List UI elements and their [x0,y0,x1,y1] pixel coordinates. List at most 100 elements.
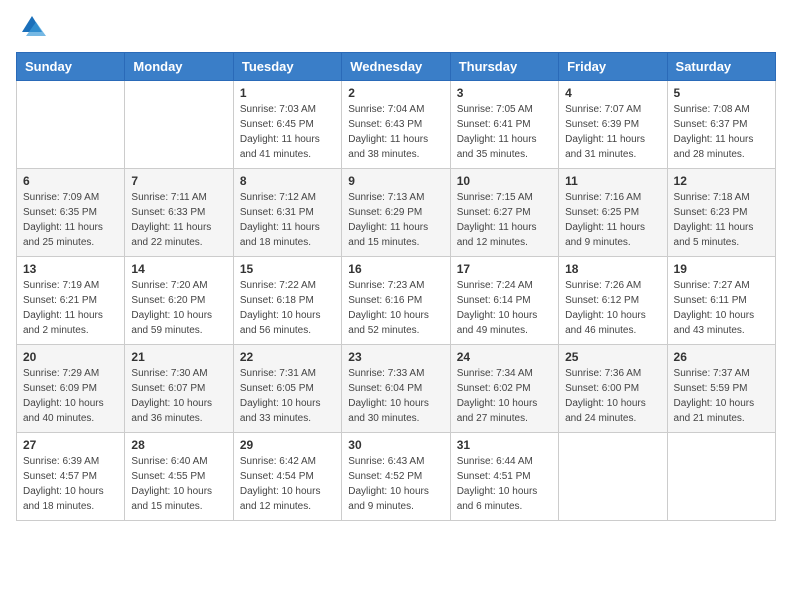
calendar-cell: 7 Sunrise: 7:11 AM Sunset: 6:33 PM Dayli… [125,169,233,257]
day-info: Sunrise: 7:29 AM Sunset: 6:09 PM Dayligh… [23,366,118,426]
sunrise-text: Sunrise: 7:16 AM [565,192,641,203]
calendar-cell: 21 Sunrise: 7:30 AM Sunset: 6:07 PM Dayl… [125,345,233,433]
daylight-text: Daylight: 10 hours and 27 minutes. [457,398,538,424]
sunrise-text: Sunrise: 7:33 AM [348,368,424,379]
day-number: 5 [674,86,769,100]
sunrise-text: Sunrise: 7:03 AM [240,104,316,115]
day-info: Sunrise: 7:13 AM Sunset: 6:29 PM Dayligh… [348,190,443,250]
sunset-text: Sunset: 6:02 PM [457,383,531,394]
daylight-text: Daylight: 11 hours and 31 minutes. [565,134,645,160]
daylight-text: Daylight: 10 hours and 6 minutes. [457,486,538,512]
calendar-cell: 12 Sunrise: 7:18 AM Sunset: 6:23 PM Dayl… [667,169,775,257]
sunset-text: Sunset: 6:07 PM [131,383,205,394]
day-info: Sunrise: 6:40 AM Sunset: 4:55 PM Dayligh… [131,454,226,514]
daylight-text: Daylight: 10 hours and 18 minutes. [23,486,104,512]
day-number: 21 [131,350,226,364]
daylight-text: Daylight: 10 hours and 12 minutes. [240,486,321,512]
daylight-text: Daylight: 11 hours and 25 minutes. [23,222,103,248]
sunrise-text: Sunrise: 6:43 AM [348,456,424,467]
logo [16,16,46,40]
daylight-text: Daylight: 11 hours and 12 minutes. [457,222,537,248]
calendar-table: SundayMondayTuesdayWednesdayThursdayFrid… [16,52,776,521]
sunset-text: Sunset: 6:11 PM [674,295,747,306]
calendar-cell: 31 Sunrise: 6:44 AM Sunset: 4:51 PM Dayl… [450,433,558,521]
calendar-cell [125,81,233,169]
sunrise-text: Sunrise: 7:34 AM [457,368,533,379]
sunset-text: Sunset: 6:25 PM [565,207,639,218]
daylight-text: Daylight: 11 hours and 18 minutes. [240,222,320,248]
sunset-text: Sunset: 6:09 PM [23,383,97,394]
sunrise-text: Sunrise: 7:12 AM [240,192,316,203]
day-info: Sunrise: 7:30 AM Sunset: 6:07 PM Dayligh… [131,366,226,426]
day-number: 27 [23,438,118,452]
daylight-text: Daylight: 10 hours and 52 minutes. [348,310,429,336]
calendar-cell: 11 Sunrise: 7:16 AM Sunset: 6:25 PM Dayl… [559,169,667,257]
daylight-text: Daylight: 10 hours and 30 minutes. [348,398,429,424]
calendar-cell: 25 Sunrise: 7:36 AM Sunset: 6:00 PM Dayl… [559,345,667,433]
calendar-header-row: SundayMondayTuesdayWednesdayThursdayFrid… [17,53,776,81]
sunset-text: Sunset: 6:39 PM [565,119,639,130]
sunrise-text: Sunrise: 7:08 AM [674,104,750,115]
sunrise-text: Sunrise: 7:29 AM [23,368,99,379]
sunset-text: Sunset: 6:31 PM [240,207,314,218]
calendar-cell [667,433,775,521]
sunrise-text: Sunrise: 7:22 AM [240,280,316,291]
day-number: 2 [348,86,443,100]
sunrise-text: Sunrise: 7:13 AM [348,192,424,203]
sunset-text: Sunset: 6:05 PM [240,383,314,394]
calendar-cell: 28 Sunrise: 6:40 AM Sunset: 4:55 PM Dayl… [125,433,233,521]
sunset-text: Sunset: 6:27 PM [457,207,531,218]
day-info: Sunrise: 7:09 AM Sunset: 6:35 PM Dayligh… [23,190,118,250]
calendar-week-row: 27 Sunrise: 6:39 AM Sunset: 4:57 PM Dayl… [17,433,776,521]
sunrise-text: Sunrise: 7:23 AM [348,280,424,291]
day-number: 16 [348,262,443,276]
calendar-cell: 2 Sunrise: 7:04 AM Sunset: 6:43 PM Dayli… [342,81,450,169]
day-number: 31 [457,438,552,452]
day-info: Sunrise: 7:26 AM Sunset: 6:12 PM Dayligh… [565,278,660,338]
calendar-cell: 6 Sunrise: 7:09 AM Sunset: 6:35 PM Dayli… [17,169,125,257]
day-number: 20 [23,350,118,364]
sunrise-text: Sunrise: 7:24 AM [457,280,533,291]
day-info: Sunrise: 6:44 AM Sunset: 4:51 PM Dayligh… [457,454,552,514]
sunset-text: Sunset: 6:23 PM [674,207,748,218]
daylight-text: Daylight: 11 hours and 2 minutes. [23,310,103,336]
sunset-text: Sunset: 6:20 PM [131,295,205,306]
sunrise-text: Sunrise: 7:05 AM [457,104,533,115]
calendar-cell: 23 Sunrise: 7:33 AM Sunset: 6:04 PM Dayl… [342,345,450,433]
calendar-week-row: 6 Sunrise: 7:09 AM Sunset: 6:35 PM Dayli… [17,169,776,257]
day-number: 9 [348,174,443,188]
day-info: Sunrise: 7:18 AM Sunset: 6:23 PM Dayligh… [674,190,769,250]
day-number: 1 [240,86,335,100]
daylight-text: Daylight: 11 hours and 38 minutes. [348,134,428,160]
sunrise-text: Sunrise: 7:31 AM [240,368,316,379]
day-number: 3 [457,86,552,100]
day-number: 4 [565,86,660,100]
calendar-cell: 20 Sunrise: 7:29 AM Sunset: 6:09 PM Dayl… [17,345,125,433]
day-info: Sunrise: 7:04 AM Sunset: 6:43 PM Dayligh… [348,102,443,162]
sunrise-text: Sunrise: 7:07 AM [565,104,641,115]
calendar-cell: 4 Sunrise: 7:07 AM Sunset: 6:39 PM Dayli… [559,81,667,169]
daylight-text: Daylight: 11 hours and 5 minutes. [674,222,754,248]
daylight-text: Daylight: 10 hours and 59 minutes. [131,310,212,336]
day-number: 13 [23,262,118,276]
calendar-cell: 29 Sunrise: 6:42 AM Sunset: 4:54 PM Dayl… [233,433,341,521]
daylight-text: Daylight: 10 hours and 36 minutes. [131,398,212,424]
day-number: 18 [565,262,660,276]
daylight-text: Daylight: 10 hours and 9 minutes. [348,486,429,512]
day-info: Sunrise: 7:19 AM Sunset: 6:21 PM Dayligh… [23,278,118,338]
daylight-text: Daylight: 11 hours and 15 minutes. [348,222,428,248]
day-number: 10 [457,174,552,188]
daylight-text: Daylight: 11 hours and 22 minutes. [131,222,211,248]
day-info: Sunrise: 7:24 AM Sunset: 6:14 PM Dayligh… [457,278,552,338]
calendar-cell: 1 Sunrise: 7:03 AM Sunset: 6:45 PM Dayli… [233,81,341,169]
day-info: Sunrise: 7:36 AM Sunset: 6:00 PM Dayligh… [565,366,660,426]
sunrise-text: Sunrise: 7:04 AM [348,104,424,115]
sunset-text: Sunset: 6:43 PM [348,119,422,130]
sunrise-text: Sunrise: 7:09 AM [23,192,99,203]
sunrise-text: Sunrise: 7:27 AM [674,280,750,291]
day-number: 7 [131,174,226,188]
day-info: Sunrise: 7:20 AM Sunset: 6:20 PM Dayligh… [131,278,226,338]
sunset-text: Sunset: 6:41 PM [457,119,531,130]
calendar-cell: 17 Sunrise: 7:24 AM Sunset: 6:14 PM Dayl… [450,257,558,345]
sunrise-text: Sunrise: 7:26 AM [565,280,641,291]
